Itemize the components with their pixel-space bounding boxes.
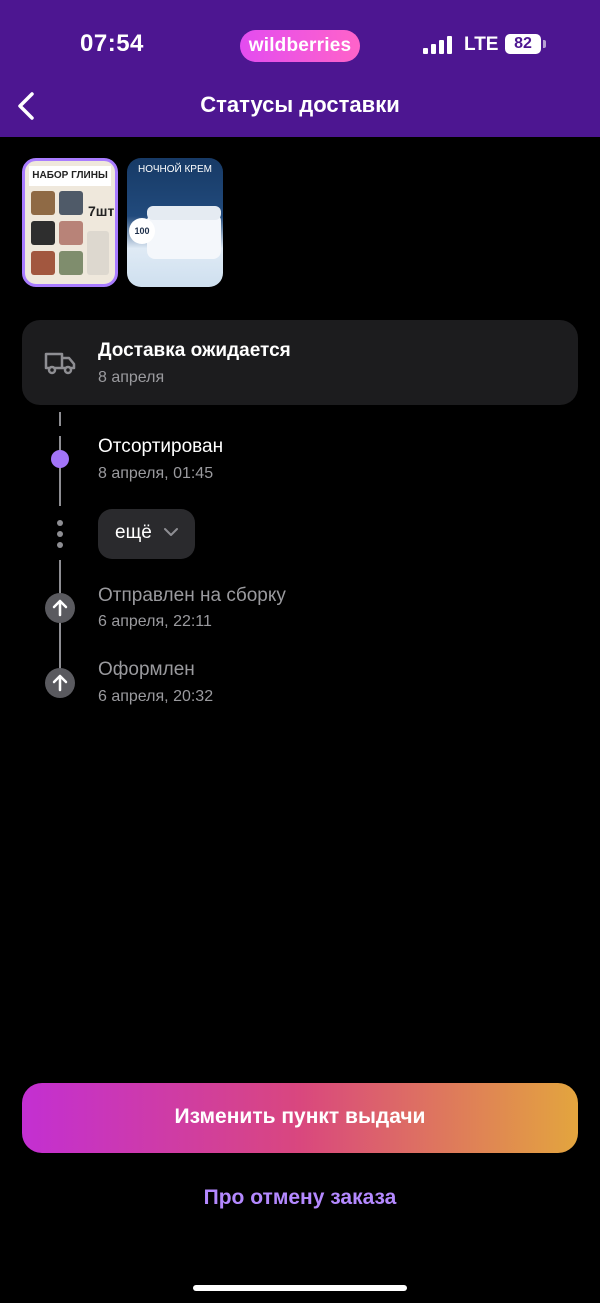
- change-pickup-point-label: Изменить пункт выдачи: [174, 1105, 426, 1128]
- product-thumbnail-title: НАБОР ГЛИНЫ: [29, 166, 111, 186]
- network-label: LTE: [464, 34, 499, 55]
- battery-icon: 82: [505, 34, 541, 54]
- change-pickup-point-button[interactable]: Изменить пункт выдачи: [22, 1083, 578, 1153]
- clay-tile: [59, 221, 83, 245]
- more-dots-icon: [56, 520, 64, 550]
- clay-tile: [87, 231, 109, 275]
- delivery-title: Доставка ожидается: [98, 340, 291, 361]
- top-bar: 07:54 wildberries LTE 82 Статусы доставк…: [0, 0, 600, 137]
- product-badge: 7шт: [88, 203, 115, 219]
- event-time: 6 апреля, 22:11: [98, 613, 212, 630]
- status-bar: 07:54 wildberries LTE 82: [0, 0, 600, 90]
- event-time: 8 апреля, 01:45: [98, 465, 214, 482]
- signal-icon: [423, 36, 453, 54]
- event-title: Отправлен на сборку: [98, 585, 286, 606]
- show-more-button[interactable]: ещё: [98, 509, 195, 559]
- clock: 07:54: [80, 30, 144, 57]
- home-indicator[interactable]: [193, 1285, 407, 1291]
- arrow-up-icon: [45, 593, 75, 623]
- clay-tile: [31, 191, 55, 215]
- arrow-up-icon: [45, 668, 75, 698]
- product-thumbnail-cream[interactable]: НОЧНОЙ КРЕМ 100: [127, 158, 223, 287]
- clay-tile: [31, 251, 55, 275]
- product-badge: 100: [129, 218, 155, 244]
- cancel-order-info-link[interactable]: Про отмену заказа: [0, 1186, 600, 1210]
- page-title: Статусы доставки: [200, 92, 400, 117]
- product-thumbnail-title: НОЧНОЙ КРЕМ: [138, 164, 212, 175]
- battery-tip: [543, 40, 546, 48]
- delivery-card: Доставка ожидается 8 апреля: [22, 320, 578, 405]
- product-thumbnail-clay[interactable]: НАБОР ГЛИНЫ 7шт: [22, 158, 118, 287]
- timeline-current-dot: [51, 450, 69, 468]
- chevron-down-icon: [164, 528, 178, 536]
- timeline-line: [59, 436, 61, 506]
- event-title: Оформлен: [98, 659, 195, 680]
- cream-jar-lid: [147, 206, 221, 220]
- delivery-date: 8 апреля: [98, 369, 165, 386]
- clay-tile: [59, 251, 83, 275]
- event-time: 6 апреля, 20:32: [98, 688, 214, 705]
- truck-icon: [44, 352, 76, 375]
- brand-pill: wildberries: [240, 30, 360, 62]
- nav-bar: Статусы доставки: [0, 82, 600, 132]
- timeline-line: [59, 412, 61, 426]
- event-title: Отсортирован: [98, 436, 224, 457]
- clay-tile: [59, 191, 83, 215]
- clay-tile: [31, 221, 55, 245]
- show-more-label: ещё: [115, 522, 152, 543]
